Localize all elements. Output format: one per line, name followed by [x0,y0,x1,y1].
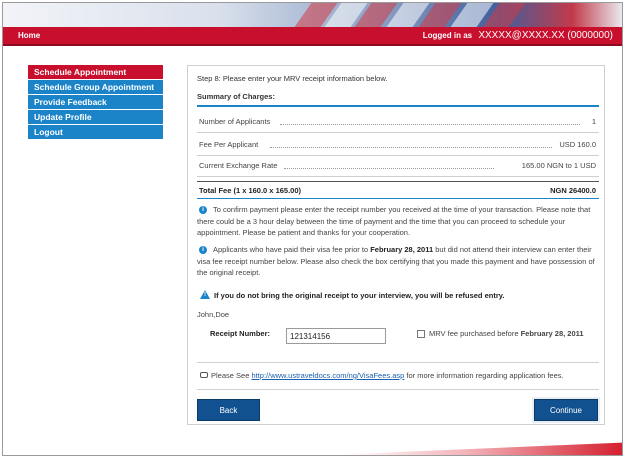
total-divider-top [197,181,599,182]
dotted-leader [270,147,552,148]
please-see-after-text: for more information regarding applicati… [406,371,564,380]
prior-payment-date: February 28, 2011 [370,245,434,254]
charge-label-applicants: Number of Applicants [199,117,271,126]
step-text: Please enter your MRV receipt informatio… [222,74,388,83]
link-icon [200,372,208,378]
sidebar-item-schedule-group-appointment[interactable]: Schedule Group Appointment [28,80,163,95]
total-fee-value: NGN 26400.0 [550,186,596,195]
payment-info-text: To confirm payment please enter the rece… [197,205,591,238]
sidebar-item-logout[interactable]: Logout [28,125,163,140]
continue-button[interactable]: Continue [534,399,598,421]
sidebar-item-provide-feedback[interactable]: Provide Feedback [28,95,163,110]
user-id: XXXXX@XXXX.XX (0000000) [478,30,613,41]
home-link[interactable]: Home [18,31,40,40]
step-instruction: Step 8: Please enter your MRV receipt in… [197,74,387,83]
total-fee-label: Total Fee (1 x 160.0 x 165.00) [199,186,302,195]
step-prefix: Step 8: [197,74,221,83]
row-divider [197,155,599,156]
mrv-before-date-checkbox[interactable] [417,330,425,338]
please-see-text: Please See [211,371,250,380]
row-divider [197,176,599,177]
divider [197,389,599,390]
back-button[interactable]: Back [197,399,260,421]
visa-fees-info: Please See http://www.ustraveldocs.com/n… [211,371,564,380]
mrv-label-text: MRV fee purchased before [429,329,519,338]
prior-payment-info: Applicants who have paid their visa fee … [197,244,602,279]
receipt-panel: Step 8: Please enter your MRV receipt in… [187,65,605,425]
dotted-leader [280,124,580,125]
mrv-label-date: February 28, 2011 [520,329,584,338]
warning-icon: ! [200,290,210,299]
charge-label-fee: Fee Per Applicant [199,140,259,149]
mrv-checkbox-label: MRV fee purchased before February 28, 20… [429,329,584,338]
prior-payment-text-1: Applicants who have paid their visa fee … [213,245,369,254]
summary-title: Summary of Charges: [197,92,275,101]
sidebar-item-schedule-appointment[interactable]: Schedule Appointment [28,65,163,80]
sidebar-item-update-profile[interactable]: Update Profile [28,110,163,125]
refusal-warning: If you do not bring the original receipt… [214,291,505,300]
receipt-number-label: Receipt Number: [210,329,271,338]
header-banner [3,3,622,27]
receipt-number-input[interactable] [286,328,386,344]
applicant-name: John,Doe [197,310,230,319]
browser-frame: Home Logged in as XXXXX@XXXX.XX (0000000… [2,2,623,456]
visa-fees-link[interactable]: http://www.ustraveldocs.com/ng/VisaFees.… [251,371,404,380]
charge-value-fee: USD 160.0 [559,140,596,149]
charge-value-applicants: 1 [591,117,596,126]
charge-value-exchange: 165.00 NGN to 1 USD [521,161,596,170]
charge-label-exchange: Current Exchange Rate [199,161,278,170]
total-divider-bottom [197,198,599,199]
logged-in-status: Logged in as XXXXX@XXXX.XX (0000000) [423,30,613,41]
sidebar-menu: Schedule Appointment Schedule Group Appo… [28,65,163,140]
top-nav-bar: Home Logged in as XXXXX@XXXX.XX (0000000… [3,27,622,46]
row-divider [197,132,599,133]
dotted-leader [284,168,494,169]
divider [197,362,599,363]
logged-in-label: Logged in as [422,31,473,40]
footer-swoosh [281,442,622,455]
summary-divider [197,105,599,107]
